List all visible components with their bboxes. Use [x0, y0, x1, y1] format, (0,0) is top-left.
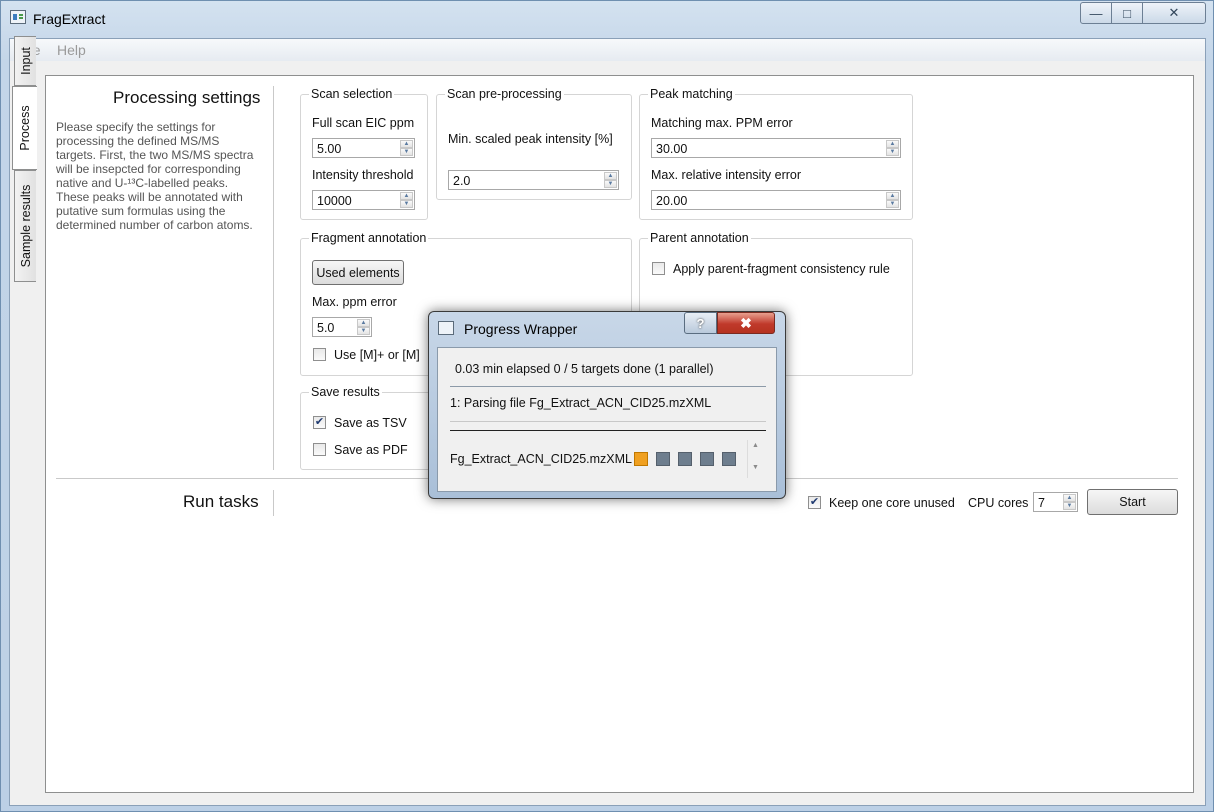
window-title: FragExtract [33, 11, 106, 27]
divider [450, 430, 766, 431]
used-elements-button[interactable]: Used elements [312, 260, 404, 285]
max-ppm-error-label: Max. ppm error [312, 295, 397, 309]
intensity-threshold-value: 10000 [317, 194, 352, 208]
use-m-checkbox[interactable] [313, 348, 326, 361]
dialog-icon [438, 321, 454, 335]
group-title: Scan pre-processing [445, 87, 564, 101]
group-title: Scan selection [309, 87, 395, 101]
maximize-button[interactable]: □ [1111, 2, 1143, 24]
divider [273, 86, 274, 470]
close-button[interactable]: ✕ [1142, 2, 1206, 24]
divider [450, 421, 766, 422]
max-ppm-error-value: 5.0 [317, 321, 335, 335]
keep-core-checkbox[interactable]: ✔ [808, 496, 821, 509]
spin-up-icon[interactable]: ▲ [604, 172, 617, 180]
scroll-down-icon[interactable]: ▼ [752, 464, 759, 471]
tab-sample-results[interactable]: Sample results [14, 170, 36, 282]
tab-input[interactable]: Input [14, 36, 36, 86]
cpu-cores-spinbox[interactable]: 7 ▲ ▼ [1033, 492, 1078, 512]
start-button[interactable]: Start [1087, 489, 1178, 515]
spin-up-icon[interactable]: ▲ [886, 140, 899, 148]
spin-up-icon[interactable]: ▲ [1063, 494, 1076, 502]
cpu-cores-label: CPU cores [968, 496, 1029, 510]
group-title: Parent annotation [648, 231, 751, 245]
elapsed-status: 0.03 min elapsed 0 / 5 targets done (1 p… [455, 362, 714, 376]
min-peak-intensity-value: 2.0 [453, 174, 471, 188]
eic-ppm-value: 5.00 [317, 142, 342, 156]
app-icon [10, 10, 26, 24]
spin-down-icon[interactable]: ▼ [357, 327, 370, 335]
target-status-square [656, 452, 670, 466]
spin-down-icon[interactable]: ▼ [1063, 502, 1076, 510]
group-title: Peak matching [648, 87, 735, 101]
check-icon: ✔ [314, 416, 325, 428]
scroll-up-icon[interactable]: ▲ [752, 442, 759, 449]
spin-down-icon[interactable]: ▼ [886, 148, 899, 156]
spin-up-icon[interactable]: ▲ [400, 192, 413, 200]
spin-up-icon[interactable]: ▲ [886, 192, 899, 200]
current-task-status: 1: Parsing file Fg_Extract_ACN_CID25.mzX… [450, 396, 712, 410]
intensity-threshold-spinbox[interactable]: 10000 ▲ ▼ [312, 190, 415, 210]
tab-process[interactable]: Process [12, 86, 37, 170]
tab-process-label: Process [18, 105, 32, 151]
minimize-button[interactable]: — [1080, 2, 1112, 24]
relative-intensity-value: 20.00 [656, 194, 688, 208]
group-title: Fragment annotation [309, 231, 429, 245]
progress-dialog: Progress Wrapper ? ✖ 0.03 min elapsed 0 … [428, 311, 786, 499]
target-status-square [678, 452, 692, 466]
consistency-rule-label: Apply parent-fragment consistency rule [673, 262, 890, 276]
target-status-square [634, 452, 648, 466]
keep-core-label: Keep one core unused [829, 496, 955, 510]
menu-bar: File Help [10, 39, 1205, 61]
consistency-rule-checkbox[interactable] [652, 262, 665, 275]
maximize-icon: □ [1123, 5, 1131, 21]
save-pdf-label: Save as PDF [334, 443, 408, 457]
tab-sample-results-label: Sample results [18, 184, 33, 268]
spin-up-icon[interactable]: ▲ [400, 140, 413, 148]
dialog-close-button[interactable]: ✖ [717, 312, 775, 334]
min-peak-intensity-spinbox[interactable]: 2.0 ▲ ▼ [448, 170, 619, 190]
intensity-threshold-label: Intensity threshold [312, 168, 414, 182]
spin-down-icon[interactable]: ▼ [886, 200, 899, 208]
relative-intensity-label: Max. relative intensity error [651, 168, 802, 182]
matching-ppm-value: 30.00 [656, 142, 688, 156]
processing-description: Please specify the settings for processi… [56, 120, 254, 232]
max-ppm-error-spinbox[interactable]: 5.0 ▲ ▼ [312, 317, 372, 337]
save-pdf-checkbox[interactable] [313, 443, 326, 456]
title-bar[interactable]: FragExtract — □ ✕ [1, 1, 1213, 37]
close-icon: ✕ [1168, 5, 1180, 20]
target-status-square [700, 452, 714, 466]
file-label: Fg_Extract_ACN_CID25.mzXML [450, 452, 633, 466]
dialog-scrollbar[interactable]: ▲ ▼ [747, 440, 765, 478]
spin-down-icon[interactable]: ▼ [400, 148, 413, 156]
cpu-cores-value: 7 [1038, 496, 1045, 510]
spin-down-icon[interactable]: ▼ [400, 200, 413, 208]
matching-ppm-spinbox[interactable]: 30.00 ▲ ▼ [651, 138, 901, 158]
dialog-content: 0.03 min elapsed 0 / 5 targets done (1 p… [437, 347, 777, 492]
group-title: Save results [309, 385, 382, 399]
relative-intensity-spinbox[interactable]: 20.00 ▲ ▼ [651, 190, 901, 210]
divider [450, 386, 766, 387]
matching-ppm-label: Matching max. PPM error [651, 116, 793, 130]
target-status-square [722, 452, 736, 466]
run-tasks-heading: Run tasks [183, 492, 259, 511]
spin-up-icon[interactable]: ▲ [357, 319, 370, 327]
processing-settings-heading: Processing settings [113, 88, 261, 107]
menu-help[interactable]: Help [57, 42, 86, 58]
spin-down-icon[interactable]: ▼ [604, 180, 617, 188]
dialog-help-button[interactable]: ? [684, 312, 717, 334]
tab-input-label: Input [18, 47, 33, 75]
check-icon: ✔ [809, 496, 820, 508]
min-peak-intensity-label: Min. scaled peak intensity [%] [448, 132, 613, 146]
use-m-label: Use [M]+ or [M] [334, 348, 420, 362]
save-tsv-label: Save as TSV [334, 416, 407, 430]
minimize-icon: — [1089, 5, 1103, 21]
help-icon: ? [696, 315, 705, 331]
divider [273, 490, 274, 516]
close-icon: ✖ [740, 314, 752, 331]
eic-ppm-label: Full scan EIC ppm [312, 116, 415, 130]
eic-ppm-spinbox[interactable]: 5.00 ▲ ▼ [312, 138, 415, 158]
save-tsv-checkbox[interactable]: ✔ [313, 416, 326, 429]
dialog-title: Progress Wrapper [464, 321, 578, 337]
